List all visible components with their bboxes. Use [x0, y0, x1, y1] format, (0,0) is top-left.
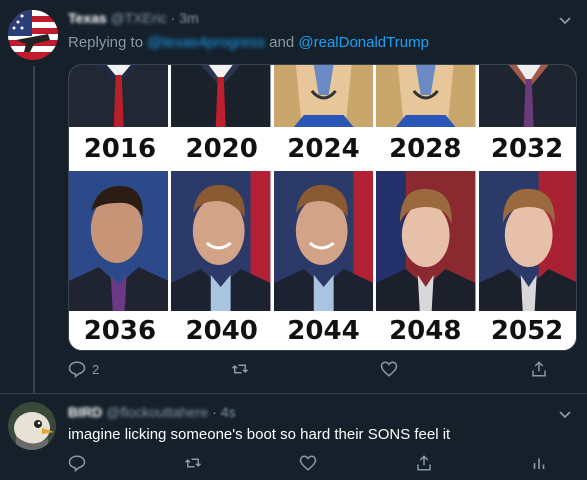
- year-label: 2040: [185, 316, 258, 346]
- avatar[interactable]: [8, 402, 56, 450]
- portrait: [376, 65, 479, 127]
- display-name[interactable]: BIRD: [68, 404, 102, 420]
- share-icon: [532, 361, 546, 377]
- retweet-button[interactable]: [184, 454, 202, 472]
- separator: ·: [170, 10, 176, 26]
- portrait: [478, 65, 576, 127]
- image-row-top: [69, 65, 576, 127]
- like-icon: [299, 455, 317, 471]
- tweet-text: imagine licking someone's boot so hard t…: [68, 426, 451, 443]
- tweet-actions: [68, 454, 548, 472]
- reply-button[interactable]: 2: [68, 360, 99, 378]
- like-icon: [381, 361, 398, 377]
- portrait: [171, 171, 274, 311]
- year-label: 2032: [490, 134, 564, 164]
- thread-line: [33, 66, 35, 393]
- like-button[interactable]: [299, 454, 317, 472]
- year-label: 2020: [185, 134, 258, 164]
- like-button[interactable]: [380, 360, 398, 378]
- share-button[interactable]: [530, 360, 548, 378]
- portrait: [69, 171, 172, 311]
- tweet-2[interactable]: BIRD @flockouttahere · 4s imagine lickin…: [0, 393, 587, 480]
- image-row-bottom: [69, 171, 576, 311]
- year-label: 2048: [389, 316, 462, 346]
- year-label: 2036: [83, 316, 157, 346]
- reply-count: 2: [92, 361, 100, 377]
- retweet-button[interactable]: [231, 360, 249, 378]
- handle[interactable]: @flockouttahere: [106, 404, 208, 420]
- portrait: [273, 171, 377, 311]
- mention-link[interactable]: @texas4progress: [147, 34, 265, 51]
- reply-button[interactable]: [68, 454, 86, 472]
- share-button[interactable]: [415, 454, 433, 472]
- retweet-icon: [184, 458, 201, 468]
- replying-prefix: Replying to: [68, 34, 144, 51]
- portrait: [478, 171, 576, 311]
- chevron-down-icon[interactable]: [557, 406, 573, 422]
- year-label: 2024: [287, 134, 360, 164]
- timestamp[interactable]: 4s: [221, 404, 236, 420]
- share-icon: [416, 455, 431, 471]
- analytics-button[interactable]: [530, 454, 548, 472]
- timestamp[interactable]: 3m: [179, 10, 198, 26]
- portrait: [273, 65, 377, 127]
- portrait: [171, 65, 274, 127]
- tweet-image[interactable]: 2016 2020 2024 2028 2032 2036 2040 2044 …: [68, 64, 577, 351]
- tweet-header: BIRD @flockouttahere · 4s: [68, 404, 236, 420]
- analytics-icon: [533, 458, 545, 469]
- mention-link[interactable]: @realDonaldTrump: [298, 34, 429, 51]
- separator: ·: [212, 404, 217, 420]
- year-labels-top: 2016 2020 2024 2028 2032: [69, 127, 576, 171]
- reply-icon: [68, 361, 86, 378]
- year-labels-bottom: 2036 2040 2044 2048 2052: [69, 311, 576, 350]
- year-label: 2044: [287, 316, 360, 346]
- replying-to: Replying to @texas4progress and @realDon…: [68, 34, 429, 51]
- display-name[interactable]: Texas: [68, 10, 107, 26]
- tweet-header: Texas @TXEric · 3m: [68, 10, 199, 26]
- retweet-icon: [231, 364, 248, 374]
- tweet-1[interactable]: Texas @TXEric · 3m Replying to @texas4pr…: [0, 0, 587, 393]
- year-label: 2028: [389, 134, 462, 164]
- reply-icon: [68, 455, 86, 472]
- chevron-down-icon[interactable]: [557, 12, 573, 28]
- portrait: [69, 65, 172, 127]
- year-label: 2016: [83, 134, 157, 164]
- year-label: 2052: [490, 316, 564, 346]
- tweet-actions: 2: [68, 360, 548, 378]
- replying-and: and: [269, 34, 295, 51]
- avatar[interactable]: [8, 10, 58, 60]
- handle[interactable]: @TXEric: [111, 10, 167, 26]
- portrait: [376, 171, 479, 311]
